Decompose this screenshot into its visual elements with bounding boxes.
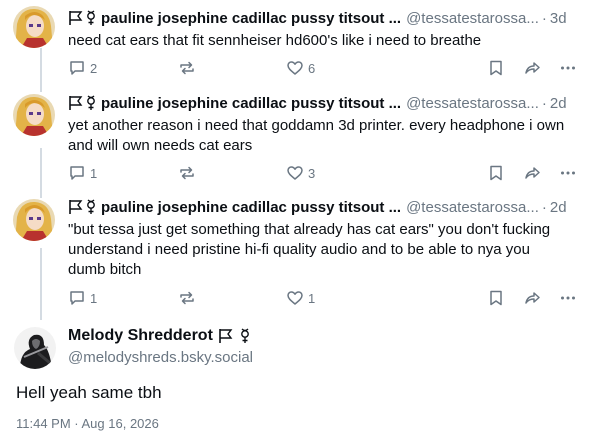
post-text: need cat ears that fit sennheiser hd600'…: [68, 32, 482, 49]
share-icon: [525, 292, 540, 304]
post-time[interactable]: 2d: [550, 199, 567, 216]
bookmark-button[interactable]: [487, 57, 505, 79]
thread-line: [40, 248, 42, 320]
post-time[interactable]: 2d: [550, 95, 567, 112]
bookmark-icon: [490, 60, 502, 76]
reply-count: 1: [90, 165, 98, 181]
gender-symbol-icon: [87, 10, 95, 25]
author-name[interactable]: pauline josephine cadillac pussy titsout…: [101, 10, 401, 27]
more-button[interactable]: [559, 57, 577, 79]
flag-icon: [69, 11, 83, 25]
flag-icon: [69, 96, 83, 110]
reply-bubble-icon: [70, 61, 84, 75]
bookmark-icon: [490, 165, 502, 181]
thread-line: [40, 148, 42, 198]
thread-line: [40, 48, 42, 92]
reply-button[interactable]: 1: [68, 162, 97, 184]
repost-icon: [180, 291, 194, 305]
like-button[interactable]: 3: [286, 162, 315, 184]
post-time[interactable]: 3d: [550, 10, 567, 27]
pride-flags: [68, 10, 97, 26]
separator: ·: [541, 9, 547, 27]
main-author-name[interactable]: Melody Shredderot: [68, 327, 213, 345]
gender-symbol-icon: [87, 199, 95, 214]
main-post-text: Hell yeah same tbh: [16, 383, 162, 402]
avatar[interactable]: [13, 199, 55, 241]
more-button[interactable]: [559, 162, 577, 184]
heart-icon: [287, 61, 303, 75]
gender-symbol-icon: [87, 95, 95, 110]
like-count: 6: [308, 60, 316, 76]
reply-bubble-icon: [70, 291, 84, 305]
like-button[interactable]: 1: [286, 287, 315, 309]
share-button[interactable]: [523, 162, 541, 184]
share-button[interactable]: [523, 287, 541, 309]
author-handle[interactable]: @tessatestarossa...: [406, 95, 539, 112]
heart-icon: [287, 291, 303, 305]
avatar[interactable]: [14, 327, 56, 369]
pride-flags: [68, 95, 97, 111]
separator: ·: [541, 94, 547, 112]
reply-bubble-icon: [70, 166, 84, 180]
like-button[interactable]: 6: [286, 57, 315, 79]
main-author[interactable]: Melody Shredderot: [68, 327, 251, 345]
post-text: "but tessa just get something that alrea…: [68, 221, 551, 278]
share-button[interactable]: [523, 57, 541, 79]
bookmark-icon: [490, 290, 502, 306]
post-actions: 1 3: [68, 162, 580, 184]
pride-flags: [68, 199, 97, 215]
author-name[interactable]: pauline josephine cadillac pussy titsout…: [101, 199, 401, 216]
post-timestamp: 11:44 PM · Aug 16, 2026: [16, 416, 159, 431]
avatar[interactable]: [13, 6, 55, 48]
bookmark-button[interactable]: [487, 162, 505, 184]
reply-button[interactable]: 2: [68, 57, 97, 79]
author-name[interactable]: pauline josephine cadillac pussy titsout…: [101, 95, 401, 112]
like-count: 1: [308, 290, 316, 306]
avatar[interactable]: [13, 94, 55, 136]
reply-button[interactable]: 1: [68, 287, 97, 309]
gender-symbol-icon: [241, 328, 249, 343]
post-actions: 2 6: [68, 57, 580, 79]
flag-icon: [69, 200, 83, 214]
more-icon: [561, 66, 575, 70]
main-author-handle[interactable]: @melodyshreds.bsky.social: [68, 349, 253, 366]
share-icon: [525, 62, 540, 74]
heart-icon: [287, 166, 303, 180]
separator: ·: [541, 198, 547, 216]
more-icon: [561, 296, 575, 300]
author-handle[interactable]: @tessatestarossa...: [406, 10, 539, 27]
repost-button[interactable]: [178, 287, 196, 309]
flag-icon: [219, 329, 233, 343]
repost-button[interactable]: [178, 57, 196, 79]
more-icon: [561, 171, 575, 175]
reply-count: 1: [90, 290, 98, 306]
reply-count: 2: [90, 60, 98, 76]
repost-icon: [180, 61, 194, 75]
post-actions: 1 1: [68, 287, 580, 309]
more-button[interactable]: [559, 287, 577, 309]
like-count: 3: [308, 165, 316, 181]
repost-icon: [180, 166, 194, 180]
share-icon: [525, 167, 540, 179]
author-handle[interactable]: @tessatestarossa...: [406, 199, 539, 216]
repost-button[interactable]: [178, 162, 196, 184]
post-text: yet another reason i need that goddamn 3…: [68, 117, 565, 154]
bookmark-button[interactable]: [487, 287, 505, 309]
